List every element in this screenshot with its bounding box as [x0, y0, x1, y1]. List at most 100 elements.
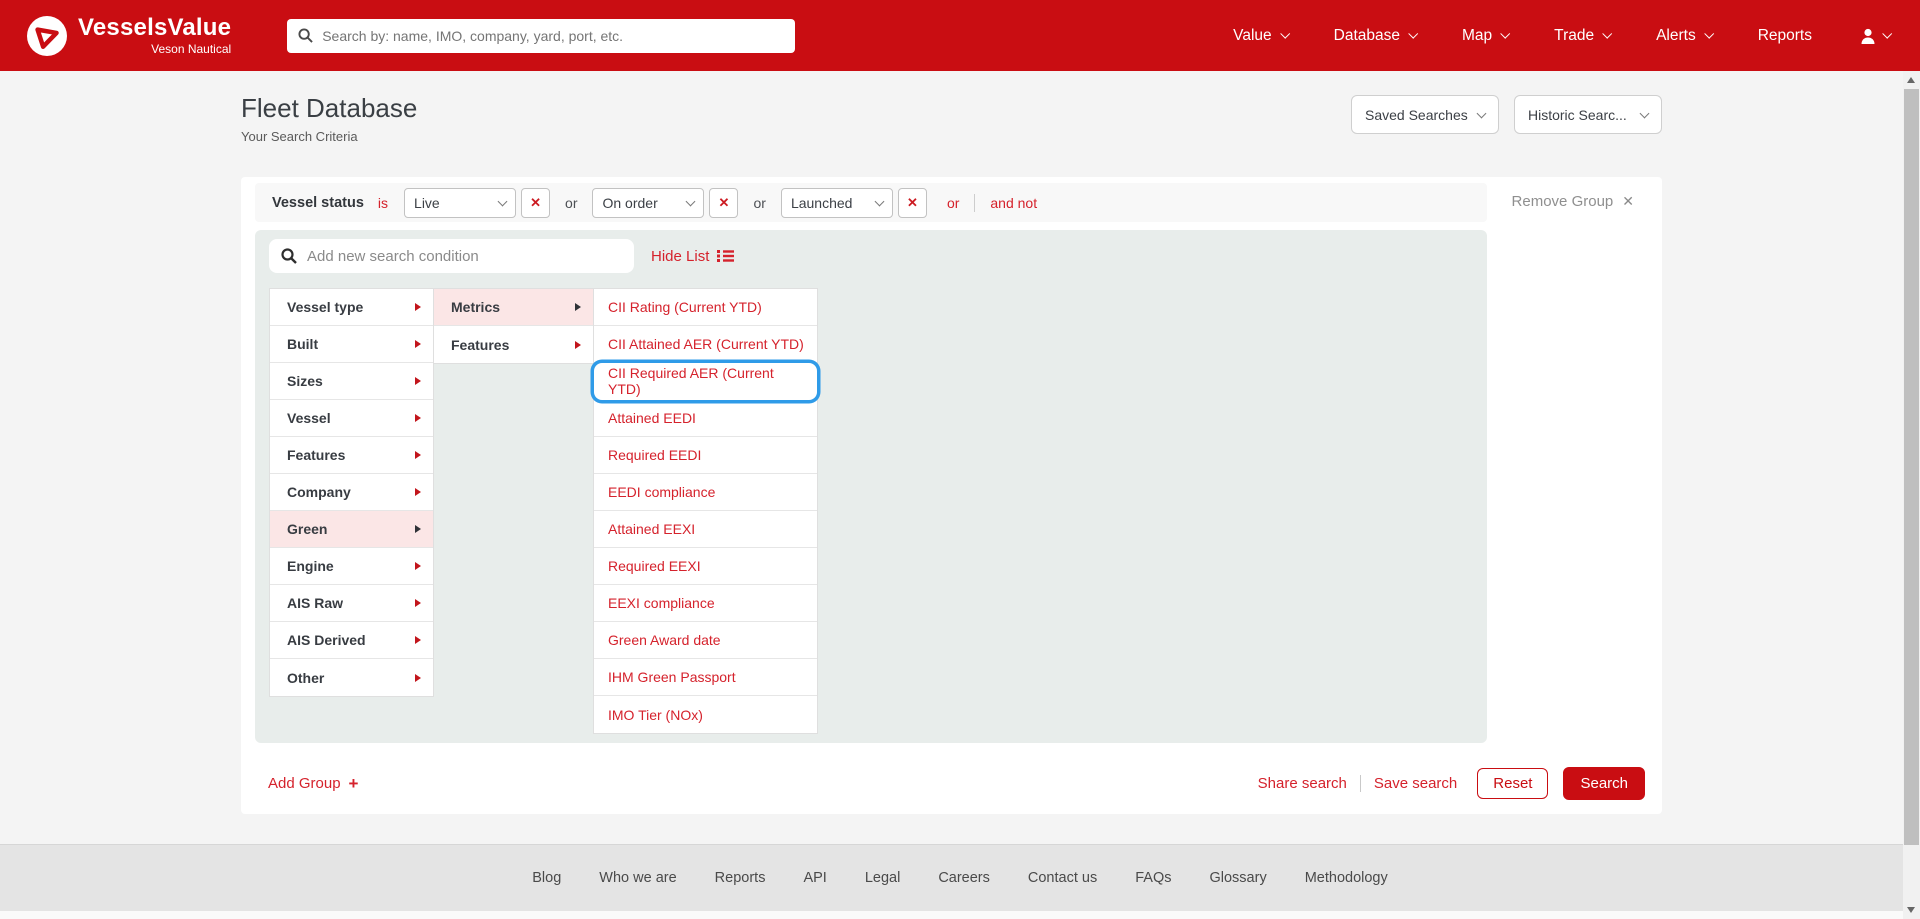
menu-category-ais-derived[interactable]: AIS Derived	[270, 622, 433, 659]
remove-condition-button[interactable]: ✕	[521, 188, 550, 218]
menu-column-categories: Vessel type Built SizesVessel Features Compa…	[269, 288, 434, 697]
chevron-right-icon	[415, 599, 421, 607]
condition-group: Hide List Vessel typeBuiltSizesVesselFea…	[255, 230, 1487, 743]
search-button[interactable]: Search	[1563, 767, 1645, 800]
field-label: Vessel status	[272, 195, 364, 211]
reset-button[interactable]: Reset	[1477, 768, 1548, 799]
add-or-condition-link[interactable]: or	[947, 195, 959, 211]
menu-category-features[interactable]: Features	[270, 437, 433, 474]
chevron-right-icon	[575, 303, 581, 311]
footer-link-api[interactable]: API	[803, 870, 826, 886]
chevron-down-icon	[1408, 28, 1418, 38]
remove-condition-button[interactable]: ✕	[898, 188, 927, 218]
menu-field-cii-rating-current-ytd-[interactable]: CII Rating (Current YTD)	[594, 289, 817, 326]
global-search-box[interactable]	[287, 19, 795, 53]
menu-field-attained-eexi[interactable]: Attained EEXI	[594, 511, 817, 548]
chevron-right-icon	[415, 340, 421, 348]
menu-category-ais-raw[interactable]: AIS Raw	[270, 585, 433, 622]
footer-link-legal[interactable]: Legal	[865, 870, 900, 886]
list-icon	[717, 249, 734, 263]
search-icon	[281, 248, 297, 264]
chevron-down-icon	[1477, 108, 1487, 118]
nav-item-database[interactable]: Database	[1334, 27, 1416, 45]
nav-item-map[interactable]: Map	[1462, 27, 1508, 45]
menu-field-cii-attained-aer-current-ytd-[interactable]: CII Attained AER (Current YTD)	[594, 326, 817, 363]
scroll-down-icon[interactable]	[1907, 907, 1915, 913]
chevron-right-icon	[415, 525, 421, 533]
menu-field-eexi-compliance[interactable]: EEXI compliance	[594, 585, 817, 622]
scroll-up-icon[interactable]	[1907, 77, 1915, 83]
menu-category-green[interactable]: Green	[270, 511, 433, 548]
add-condition-field[interactable]	[269, 239, 634, 273]
footer-link-methodology[interactable]: Methodology	[1305, 870, 1388, 886]
vessel-status-value-select[interactable]: Live	[404, 188, 516, 218]
menu-field-green-award-date[interactable]: Green Award date	[594, 622, 817, 659]
footer-link-glossary[interactable]: Glossary	[1209, 870, 1266, 886]
footer-link-careers[interactable]: Careers	[938, 870, 990, 886]
menu-subcategory-features[interactable]: Features	[434, 326, 593, 363]
nav-item-trade[interactable]: Trade	[1554, 27, 1610, 45]
menu-category-vessel[interactable]: Vessel	[270, 400, 433, 437]
menu-category-vessel-type[interactable]: Vessel type	[270, 289, 433, 326]
menu-item-label: Green	[287, 521, 327, 537]
nav-item-value[interactable]: Value	[1233, 27, 1288, 45]
menu-item-label: Built	[287, 336, 318, 352]
add-condition-input[interactable]	[307, 248, 622, 265]
global-search-input[interactable]	[322, 28, 784, 44]
nav-item-reports[interactable]: Reports	[1758, 27, 1812, 45]
menu-field-required-eexi[interactable]: Required EEXI	[594, 548, 817, 585]
vessel-status-value: Launched	[791, 195, 853, 211]
hide-list-label: Hide List	[651, 248, 709, 265]
saved-searches-label: Saved Searches	[1365, 107, 1468, 123]
divider	[974, 194, 975, 212]
user-menu-button[interactable]	[1858, 26, 1890, 46]
vertical-scrollbar[interactable]	[1903, 71, 1920, 919]
footer-link-blog[interactable]: Blog	[532, 870, 561, 886]
menu-field-required-eedi[interactable]: Required EEDI	[594, 437, 817, 474]
historic-searches-select[interactable]: Historic Searc...	[1514, 95, 1662, 134]
saved-searches-select[interactable]: Saved Searches	[1351, 95, 1499, 134]
operator-label: is	[378, 195, 388, 211]
menu-category-company[interactable]: Company	[270, 474, 433, 511]
vessel-status-value-select[interactable]: Launched	[781, 188, 893, 218]
footer-link-faqs[interactable]: FAQs	[1135, 870, 1171, 886]
vessel-status-value: On order	[602, 195, 657, 211]
menu-field-ihm-green-passport[interactable]: IHM Green Passport	[594, 659, 817, 696]
chevron-right-icon	[415, 488, 421, 496]
remove-condition-button[interactable]: ✕	[709, 188, 738, 218]
menu-item-label: Vessel type	[287, 299, 363, 315]
share-search-link[interactable]: Share search	[1258, 775, 1347, 792]
menu-item-label: AIS Derived	[287, 632, 366, 648]
remove-group-label: Remove Group	[1512, 193, 1614, 210]
remove-group-button[interactable]: Remove Group ✕	[1512, 193, 1634, 210]
menu-field-imo-tier-nox-[interactable]: IMO Tier (NOx)	[594, 696, 817, 733]
vessel-status-value-select[interactable]: On order	[592, 188, 704, 218]
footer-link-reports[interactable]: Reports	[715, 870, 766, 886]
menu-field-cii-required-aer-current-ytd-[interactable]: CII Required AER (Current YTD)	[594, 363, 817, 400]
menu-category-built[interactable]: Built	[270, 326, 433, 363]
menu-subcategory-metrics[interactable]: Metrics	[434, 289, 593, 326]
menu-category-sizes[interactable]: Sizes	[270, 363, 433, 400]
scrollbar-thumb[interactable]	[1904, 89, 1919, 845]
chevron-down-icon	[1882, 28, 1892, 38]
vessel-status-row: Vessel status is Live✕orOn order✕orLaunc…	[255, 183, 1487, 222]
condition-menu: Vessel typeBuiltSizesVesselFeaturesCompa…	[269, 288, 1473, 734]
add-group-button[interactable]: Add Group +	[268, 774, 358, 794]
menu-field-attained-eedi[interactable]: Attained EEDI	[594, 400, 817, 437]
search-icon	[298, 28, 313, 43]
menu-item-label: Features	[287, 447, 345, 463]
menu-category-engine[interactable]: Engine	[270, 548, 433, 585]
vesselsvalue-logo-icon	[26, 15, 68, 57]
add-group-label: Add Group	[268, 775, 341, 792]
menu-category-other[interactable]: Other	[270, 659, 433, 696]
footer-link-who-we-are[interactable]: Who we are	[599, 870, 676, 886]
chevron-down-icon	[1602, 28, 1612, 38]
footer-link-contact-us[interactable]: Contact us	[1028, 870, 1097, 886]
menu-field-eedi-compliance[interactable]: EEDI compliance	[594, 474, 817, 511]
save-search-link[interactable]: Save search	[1374, 775, 1457, 792]
nav-item-alerts[interactable]: Alerts	[1656, 27, 1712, 45]
add-and-not-condition-link[interactable]: and not	[990, 195, 1037, 211]
brand-logo[interactable]: VesselsValue Veson Nautical	[26, 15, 231, 57]
hide-list-button[interactable]: Hide List	[651, 248, 734, 265]
user-icon	[1858, 26, 1878, 46]
